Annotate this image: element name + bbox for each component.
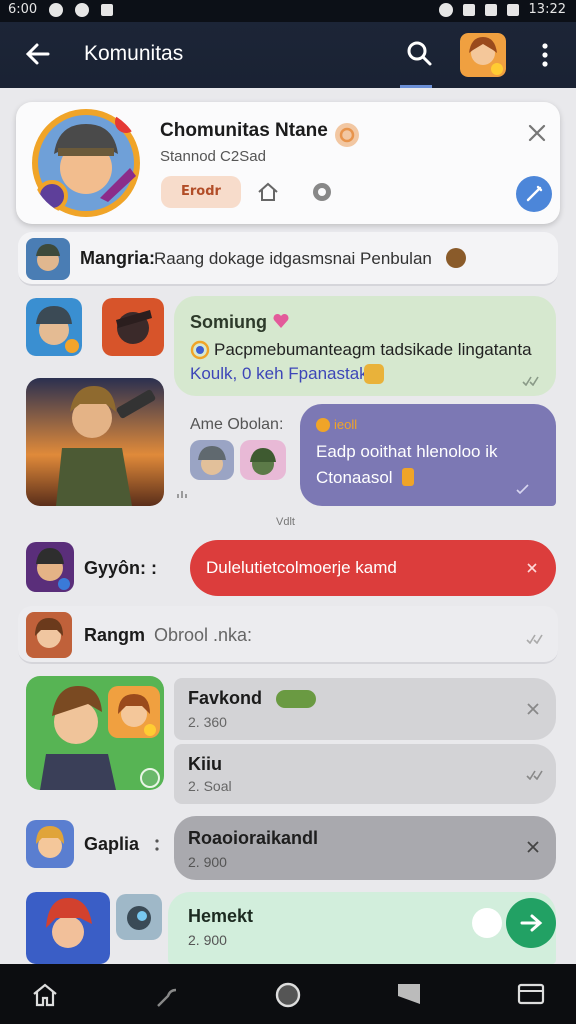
signal-icon — [484, 3, 497, 16]
page-title: Komunitas — [84, 42, 184, 65]
double-check-icon — [526, 634, 543, 644]
emoji-icon — [276, 690, 316, 708]
gaplia-subtitle: 2. 900 — [188, 854, 227, 870]
list-item-subtitle: 2. 360 — [188, 714, 227, 730]
tag-icon — [316, 418, 330, 432]
double-check-icon — [522, 376, 539, 386]
emoji-button[interactable] — [472, 908, 502, 938]
user-avatar[interactable] — [460, 33, 506, 77]
close-icon[interactable] — [526, 122, 548, 144]
edit-button[interactable] — [516, 176, 552, 212]
send-button[interactable] — [506, 898, 556, 948]
community-avatar — [32, 109, 140, 217]
bottom-nav — [0, 964, 576, 1024]
community-subtitle: Stannod C2Sad — [160, 148, 266, 165]
verified-badge-icon — [335, 123, 359, 147]
gaplia-card[interactable]: Roaoioraikandl 2. 900 — [174, 816, 556, 880]
mage-image[interactable] — [26, 892, 110, 964]
gaplia-title: Roaoioraikandl — [188, 828, 319, 848]
emoji-icon — [446, 248, 466, 268]
read-receipt-icon — [177, 491, 187, 498]
alert-banner[interactable]: Dulelutietcolmoerje kamd — [190, 540, 556, 596]
pinned-text: Raang dokage idgasmsnai Penbulan — [154, 249, 432, 268]
gaplia-label: Gaplia — [84, 834, 140, 854]
pinned-message[interactable]: Mangria: Raang dokage idgasmsnai Penbula… — [18, 232, 558, 286]
last-message[interactable]: Hemekt 2. 900 — [168, 892, 556, 964]
last-title: Hemekt — [188, 906, 254, 926]
link-icon — [190, 340, 210, 360]
do-not-disturb-icon — [438, 2, 453, 17]
status-time: 6:00 — [8, 2, 38, 17]
emoji-icon — [364, 364, 384, 384]
tool-icon[interactable] — [152, 980, 182, 1010]
rangm-avatar — [26, 612, 72, 658]
message-tag: ieoll — [334, 417, 358, 432]
alarm-icon — [49, 2, 64, 17]
back-arrow-icon[interactable] — [22, 38, 54, 70]
archer-avatar[interactable] — [108, 686, 160, 738]
last-subtitle: 2. 900 — [188, 932, 227, 948]
circle-home-icon[interactable] — [272, 980, 304, 1012]
tab-indicator — [400, 85, 432, 88]
robot-avatar[interactable] — [116, 894, 162, 940]
pinned-sender: Mangria: — [80, 248, 156, 268]
close-icon[interactable] — [526, 702, 540, 716]
list-item[interactable]: Favkond 2. 360 — [174, 678, 556, 740]
community-name: Chomunitas Ntane — [160, 120, 328, 141]
message-line-2: Ctonaasol — [316, 468, 393, 487]
send-icon — [520, 914, 543, 932]
list-item-title: Favkond — [188, 688, 263, 708]
message-title: Somiung — [190, 312, 267, 332]
back-shape-icon[interactable] — [396, 980, 422, 1008]
list-item[interactable]: Kiiu 2. Soal — [174, 744, 556, 804]
message-time: Vdlt — [276, 516, 295, 528]
message-sender: Ame Obolan: — [190, 416, 284, 433]
recent-apps-icon[interactable] — [516, 980, 546, 1008]
message-bubble-1[interactable]: Somiung Pacpmebumanteagm tadsikade linga… — [174, 296, 556, 396]
emoji-icon — [402, 468, 414, 486]
more-options-icon[interactable] — [540, 42, 550, 68]
more-icon — [155, 839, 159, 851]
close-icon[interactable] — [526, 562, 538, 574]
message-bubble-2[interactable]: ieoll Eadp ooithat hlenoloo ik Ctonaasol — [300, 404, 556, 506]
ninja-avatar[interactable] — [102, 298, 164, 356]
warrior-image[interactable] — [26, 378, 164, 506]
pencil-icon — [526, 185, 543, 202]
community-card[interactable]: Chomunitas Ntane Stannod C2Sad Erodr — [16, 102, 560, 224]
check-icon — [516, 484, 529, 494]
wifi-icon — [462, 3, 475, 16]
gaplia-avatar[interactable] — [26, 820, 74, 868]
message-line-1: Pacpmebumanteagm tadsikade lingatanta — [214, 340, 532, 359]
mention-row[interactable]: Rangm Obrool .nka: — [18, 606, 558, 664]
helmet-avatar[interactable] — [190, 440, 234, 480]
double-check-icon — [526, 770, 543, 780]
gyyon-avatar[interactable] — [26, 542, 74, 592]
status-bar: 6:00 13:22 — [0, 0, 576, 22]
message-line-2: Koulk, 0 keh Fpanastak — [190, 364, 368, 383]
community-action-button[interactable]: Erodr — [161, 176, 241, 208]
app-bar: Komunitas — [0, 22, 576, 88]
mention-sender: Rangm — [84, 625, 146, 645]
home-icon[interactable] — [30, 980, 60, 1010]
search-icon[interactable] — [404, 38, 436, 70]
soldier-avatar[interactable] — [26, 298, 82, 356]
message-line-1: Eadp ooithat hlenoloo ik — [316, 442, 498, 461]
close-icon[interactable] — [526, 840, 540, 854]
alert-sender: Gyyôn: : — [84, 558, 158, 578]
status-clock: 13:22 — [528, 2, 566, 17]
helmet-green-avatar[interactable] — [240, 440, 286, 480]
mention-text: Obrool .nka: — [154, 625, 253, 645]
record-icon — [75, 2, 90, 17]
battery-icon — [506, 3, 519, 16]
notification-icon — [101, 3, 114, 16]
sender-avatar — [26, 238, 70, 280]
home-icon[interactable] — [256, 180, 280, 204]
settings-icon[interactable] — [310, 180, 334, 204]
alert-text: Dulelutietcolmoerje kamd — [206, 558, 397, 577]
list-item-subtitle: 2. Soal — [188, 778, 232, 794]
list-item-title: Kiiu — [188, 754, 222, 774]
heart-icon — [273, 313, 289, 328]
